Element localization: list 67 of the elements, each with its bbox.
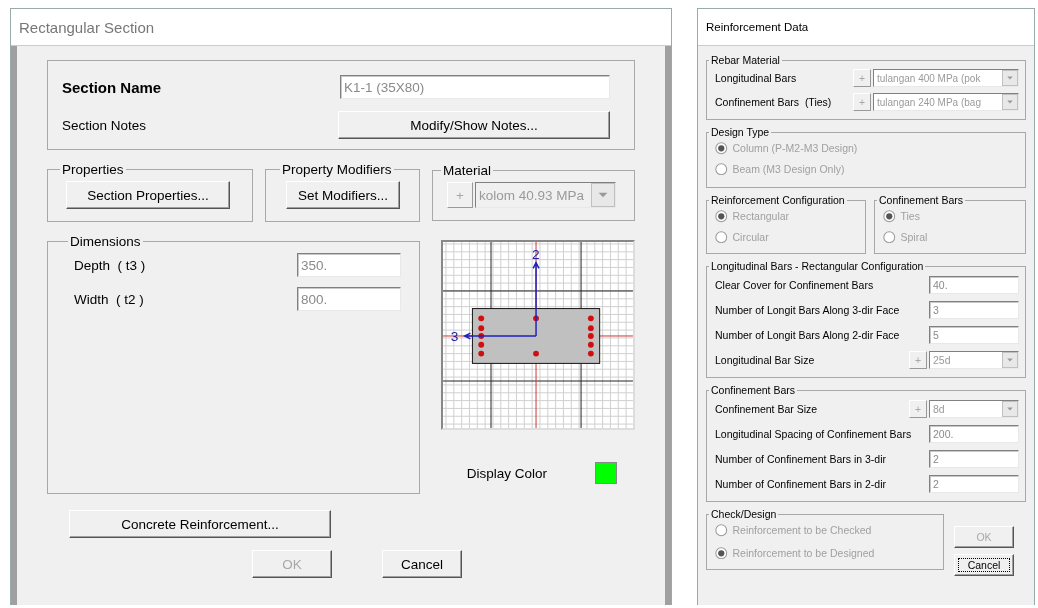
add-button[interactable]: + bbox=[853, 93, 871, 111]
field-label: Confinement Bars (Ties) bbox=[715, 96, 832, 108]
field-label: Display Color bbox=[466, 465, 547, 481]
caret-icon bbox=[1002, 352, 1018, 368]
dropdown[interactable]: 25d bbox=[929, 351, 1019, 369]
field-label: Depth ( t3 ) bbox=[74, 257, 146, 273]
field-label: Number of Longit Bars Along 2-dir Face bbox=[715, 329, 900, 341]
group-title: Properties bbox=[61, 162, 125, 177]
window-title: Rectangular Section bbox=[19, 18, 155, 36]
reinforcement-button[interactable]: Concrete Reinforcement... bbox=[69, 510, 331, 538]
input-field[interactable]: 2 bbox=[929, 450, 1019, 468]
input-field[interactable]: 40. bbox=[929, 276, 1019, 294]
group-title: Check/Design bbox=[710, 508, 778, 520]
add-button[interactable]: + bbox=[909, 400, 927, 418]
input-field[interactable]: 800. bbox=[297, 287, 401, 311]
group-title: Confinement Bars bbox=[878, 194, 965, 206]
properties-button[interactable]: Section Properties... bbox=[66, 181, 230, 209]
window-title: Reinforcement Data bbox=[706, 21, 809, 33]
axis-label: 2 bbox=[532, 246, 540, 262]
rebar-dot bbox=[478, 350, 485, 357]
group-title: Dimensions bbox=[69, 234, 142, 249]
dropdown[interactable]: tulangan 400 MPa (pok bbox=[873, 69, 1019, 87]
add-button[interactable]: + bbox=[853, 69, 871, 87]
field-label: Longitudinal Bars bbox=[715, 72, 797, 84]
field-label: Clear Cover for Confinement Bars bbox=[715, 279, 874, 291]
input-field[interactable]: 200. bbox=[929, 425, 1019, 443]
group-title: Confinement Bars bbox=[710, 384, 797, 396]
rebar-dot bbox=[587, 350, 594, 357]
dropdown[interactable]: 8d bbox=[929, 400, 1019, 418]
input-field[interactable]: 2 bbox=[929, 475, 1019, 493]
field-label: Number of Confinement Bars in 2-dir bbox=[715, 478, 886, 490]
caret-icon bbox=[1002, 94, 1018, 110]
axis-label: 3 bbox=[450, 328, 459, 344]
color-swatch[interactable] bbox=[595, 462, 617, 484]
field-label: Confinement Bar Size bbox=[715, 403, 818, 415]
field-label: Width ( t2 ) bbox=[74, 291, 144, 307]
rebar-dot bbox=[587, 315, 594, 322]
input-field[interactable]: K1-1 (35X80) bbox=[340, 75, 610, 99]
caret-icon bbox=[1002, 401, 1018, 417]
rebar-dot bbox=[533, 315, 539, 322]
field-label: Number of Confinement Bars in 3-dir bbox=[715, 453, 886, 465]
field-label: Longitudinal Spacing of Confinement Bars bbox=[715, 428, 912, 440]
field-label: Section Notes bbox=[62, 117, 147, 133]
rebar-dot bbox=[533, 350, 539, 357]
rebar-dot bbox=[478, 315, 485, 322]
field-label: Longitudinal Bar Size bbox=[715, 354, 815, 366]
group-title: Longitudinal Bars - Rectangular Configuration bbox=[710, 260, 925, 272]
group-title: Material bbox=[442, 163, 492, 178]
field-label: Section Name bbox=[62, 78, 162, 96]
group-title: Property Modifiers bbox=[281, 162, 393, 177]
input-field[interactable]: 3 bbox=[929, 301, 1019, 319]
group-title: Rebar Material bbox=[710, 54, 781, 66]
group-title: Design Type bbox=[710, 126, 771, 138]
notes-button[interactable]: Modify/Show Notes... bbox=[338, 111, 610, 139]
field-label: Number of Longit Bars Along 3-dir Face bbox=[715, 304, 900, 316]
add-button[interactable]: + bbox=[909, 351, 927, 369]
input-field[interactable]: 5 bbox=[929, 326, 1019, 344]
group-title: Reinforcement Configuration bbox=[710, 194, 846, 206]
dropdown[interactable]: tulangan 240 MPa (bag bbox=[873, 93, 1019, 111]
caret-icon bbox=[1002, 70, 1018, 86]
rebar-dot bbox=[587, 341, 594, 348]
cancel-button[interactable]: Cancel bbox=[382, 550, 462, 578]
caret-icon bbox=[591, 183, 615, 207]
rebar-dot bbox=[478, 341, 485, 348]
cancel-button[interactable]: Cancel bbox=[954, 554, 1014, 576]
modifiers-button[interactable]: Set Modifiers... bbox=[286, 181, 400, 209]
input-field[interactable]: 350. bbox=[297, 253, 401, 277]
